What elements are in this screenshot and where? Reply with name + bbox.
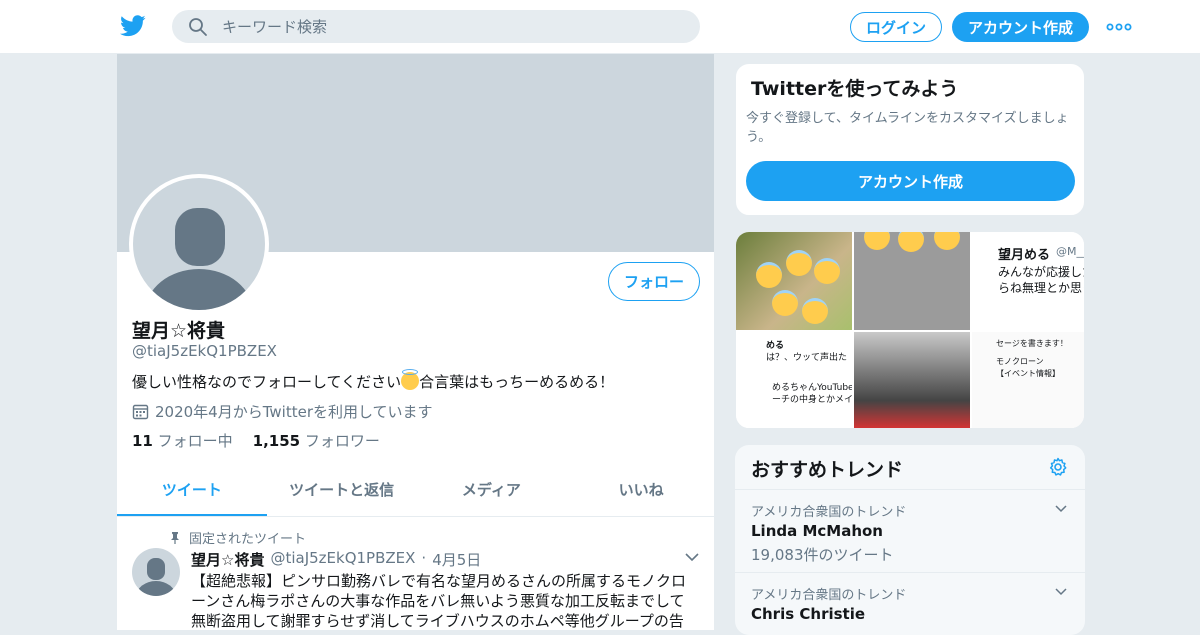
more-options-icon[interactable] bbox=[1106, 19, 1132, 35]
trend-topic[interactable]: Chris Christie bbox=[751, 605, 865, 623]
media-thumbnail[interactable] bbox=[854, 232, 970, 330]
pinned-tweet-indicator: 固定されたツイート bbox=[169, 528, 306, 547]
trend-topic[interactable]: Linda McMahon bbox=[751, 522, 883, 540]
trends-title: おすすめトレンド bbox=[751, 459, 904, 481]
profile-bio: 優しい性格なのでフォローしてください 合言葉はもっちーめるめる！ bbox=[132, 369, 615, 392]
smiling-face-with-halo-icon bbox=[756, 262, 782, 288]
trend-location: アメリカ合衆国のトレンド bbox=[751, 588, 907, 603]
tab-media[interactable]: メディア bbox=[417, 466, 567, 516]
following-label: フォロー中 bbox=[157, 432, 233, 450]
tweet-avatar[interactable] bbox=[132, 548, 180, 596]
following-count: 11 bbox=[132, 432, 153, 450]
media-thumbnail[interactable]: める は？、ウッて声出た めるちゃんYouTube始め ーチの中身とかメイク動 bbox=[736, 332, 852, 428]
smiling-face-with-halo-icon bbox=[786, 250, 812, 276]
thumb-text: モノクローン bbox=[996, 357, 1044, 366]
calendar-icon bbox=[132, 404, 149, 420]
default-avatar-icon bbox=[136, 558, 176, 596]
tweet-date[interactable]: 4月5日 bbox=[432, 549, 481, 570]
tab-tweets[interactable]: ツイート bbox=[117, 466, 267, 516]
followers-link[interactable]: 1,155 フォロワー bbox=[253, 430, 380, 451]
join-date-text: 2020年4月からTwitterを利用しています bbox=[155, 403, 433, 421]
tweet-text: 【超絶悲報】ピンサロ勤務バレで有名な望月めるさんの所属するモノクローンさん梅ラポ… bbox=[191, 572, 687, 630]
trend-item[interactable]: アメリカ合衆国のトレンド Chris Christie bbox=[735, 572, 1085, 635]
profile-name: 望月☆将貴 bbox=[132, 320, 226, 342]
chevron-down-icon[interactable] bbox=[1054, 586, 1068, 598]
smiling-face-with-halo-icon bbox=[401, 369, 420, 390]
gear-icon[interactable] bbox=[1048, 457, 1068, 477]
trend-location: アメリカ合衆国のトレンド bbox=[751, 505, 907, 520]
followers-count: 1,155 bbox=[252, 432, 301, 450]
media-thumbnail[interactable] bbox=[736, 232, 852, 330]
tweet-author-handle[interactable]: @tiaJ5zEkQ1PBZEX bbox=[270, 549, 415, 570]
media-thumbnail[interactable]: 望月める @M___U みんなが応援した らね無理とか思っ bbox=[972, 232, 1085, 330]
profile-avatar[interactable] bbox=[129, 174, 269, 314]
tweet-separator: · bbox=[421, 549, 427, 567]
pin-icon bbox=[171, 531, 179, 544]
thumb-text: は？、ウッて声出た bbox=[766, 353, 848, 363]
twitter-bird-icon[interactable] bbox=[120, 14, 146, 38]
tab-tweets-and-replies[interactable]: ツイートと返信 bbox=[267, 466, 417, 516]
trend-item[interactable]: アメリカ合衆国のトレンド Linda McMahon 19,083件のツイート bbox=[735, 489, 1085, 572]
search-icon bbox=[189, 18, 207, 36]
smiling-face-with-halo-icon bbox=[934, 232, 960, 250]
signup-card-button[interactable]: アカウント作成 bbox=[746, 161, 1075, 201]
profile-handle[interactable]: @tiaJ5zEkQ1PBZEX bbox=[132, 342, 277, 360]
trend-tweet-count: 19,083件のツイート bbox=[751, 546, 894, 564]
media-thumbnail[interactable] bbox=[854, 332, 970, 428]
tab-likes[interactable]: いいね bbox=[566, 466, 714, 516]
smiling-face-with-halo-icon bbox=[898, 232, 924, 252]
smiling-face-with-halo-icon bbox=[814, 258, 840, 284]
followers-label: フォロワー bbox=[304, 432, 380, 450]
search-input[interactable] bbox=[222, 10, 682, 43]
signup-card-title: Twitterを使ってみよう bbox=[751, 78, 959, 100]
pinned-label: 固定されたツイート bbox=[189, 532, 307, 547]
trends-panel: おすすめトレンド アメリカ合衆国のトレンド Linda McMahon 19,0… bbox=[735, 445, 1085, 635]
top-navigation-bar: ログイン アカウント作成 bbox=[0, 0, 1200, 54]
default-avatar-icon bbox=[133, 178, 265, 310]
signup-card: Twitterを使ってみよう 今すぐ登録して、タイムラインをカスタマイズしましょ… bbox=[735, 63, 1085, 216]
thumb-text: みんなが応援した bbox=[998, 265, 1085, 279]
join-date: 2020年4月からTwitterを利用しています bbox=[132, 401, 433, 422]
thumb-text: ーチの中身とかメイク動 bbox=[772, 395, 852, 405]
thumb-text: らね無理とか思っ bbox=[998, 281, 1085, 295]
smiling-face-with-halo-icon bbox=[772, 290, 798, 316]
tweet-author-name[interactable]: 望月☆将貴 bbox=[191, 549, 264, 570]
follow-button[interactable]: フォロー bbox=[608, 262, 700, 301]
chevron-down-icon[interactable] bbox=[684, 550, 700, 564]
smiling-face-with-halo-icon bbox=[864, 232, 890, 250]
signup-card-description: 今すぐ登録して、タイムラインをカスタマイズしましょう。 bbox=[746, 111, 1069, 145]
profile-column: フォロー 望月☆将貴 @tiaJ5zEkQ1PBZEX 優しい性格なのでフォロー… bbox=[116, 54, 715, 630]
chevron-down-icon[interactable] bbox=[1054, 503, 1068, 515]
thumb-handle: @M___U bbox=[1056, 245, 1084, 258]
profile-stats: 11 フォロー中 1,155 フォロワー bbox=[132, 430, 380, 451]
following-link[interactable]: 11 フォロー中 bbox=[132, 430, 233, 451]
login-button[interactable]: ログイン bbox=[850, 12, 942, 42]
thumb-name: 望月める bbox=[998, 248, 1051, 263]
bio-text-before: 優しい性格なのでフォローしてください bbox=[132, 373, 402, 391]
profile-tabs: ツイート ツイートと返信 メディア いいね bbox=[117, 466, 714, 517]
search-bar[interactable] bbox=[172, 10, 700, 43]
bio-text-after: 合言葉はもっちーめるめる！ bbox=[419, 373, 615, 391]
thumb-text: 【イベント情報】 bbox=[996, 369, 1060, 378]
smiling-face-with-halo-icon bbox=[802, 298, 828, 324]
signup-button[interactable]: アカウント作成 bbox=[952, 12, 1089, 42]
tweet-header: 望月☆将貴 @tiaJ5zEkQ1PBZEX · 4月5日 bbox=[191, 549, 481, 570]
thumb-text: セージを書きます！ bbox=[996, 339, 1068, 348]
media-grid: 望月める @M___U みんなが応援した らね無理とか思っ める は？、ウッて声… bbox=[735, 231, 1085, 429]
media-thumbnail[interactable]: セージを書きます！ モノクローン 【イベント情報】 bbox=[972, 332, 1084, 428]
